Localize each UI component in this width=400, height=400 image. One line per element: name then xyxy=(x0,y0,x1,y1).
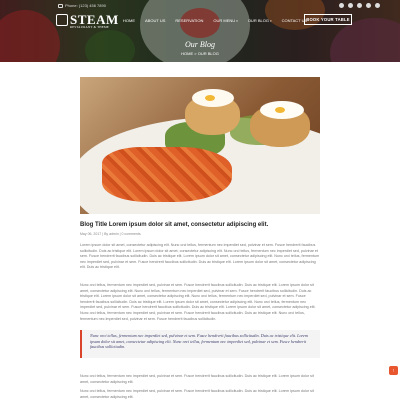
nav-item-reservation[interactable]: RESERVATION xyxy=(175,18,203,23)
nav-item-about[interactable]: ABOUT US xyxy=(145,18,165,23)
main-nav: HOME ABOUT US RESERVATION OUR MENU ▾ OUR… xyxy=(123,18,307,23)
top-contact: Phone: (123) 456 7890 xyxy=(58,3,106,8)
nav-item-menu[interactable]: OUR MENU ▾ xyxy=(213,18,237,23)
post-paragraph: Nunc orci tellus, fermentum nec imperdie… xyxy=(80,389,314,399)
post-paragraph: Nunc orci tellus, fermentum nec imperdie… xyxy=(80,374,314,384)
post-title[interactable]: Blog Title Lorem ipsum dolor sit amet, c… xyxy=(80,222,268,228)
chevron-down-icon: ▾ xyxy=(236,19,238,23)
page: Phone: (123) 456 7890 STEAM RESTAURANT &… xyxy=(0,0,400,400)
nav-item-home[interactable]: HOME xyxy=(123,18,135,23)
google-plus-icon[interactable] xyxy=(357,3,362,8)
post-paragraph: Lorem ipsum dolor sit amet, consectetur … xyxy=(80,243,320,270)
facebook-icon[interactable] xyxy=(339,3,344,8)
sweet-potato-hash xyxy=(102,147,232,202)
nav-item-blog[interactable]: OUR BLOG ▾ xyxy=(248,18,272,23)
back-to-top-button[interactable]: ↑ xyxy=(389,366,398,375)
nav-item-blog-label: OUR BLOG xyxy=(247,18,269,23)
book-table-button[interactable]: BOOK YOUR TABLE xyxy=(304,14,352,25)
social-links xyxy=(339,3,380,8)
chevron-down-icon: ▾ xyxy=(270,19,272,23)
page-title: Our Blog xyxy=(185,40,215,49)
twitter-icon[interactable] xyxy=(348,3,353,8)
breadcrumb: HOME > OUR BLOG xyxy=(181,51,219,56)
pinterest-icon[interactable] xyxy=(375,3,380,8)
logo-tagline: RESTAURANT & THEME xyxy=(70,25,110,29)
phone-icon xyxy=(58,3,63,8)
post-featured-image xyxy=(80,77,320,214)
arrow-up-icon: ↑ xyxy=(392,367,395,374)
logo-mark-icon xyxy=(56,14,68,26)
yolk-left xyxy=(205,95,215,101)
yolk-right xyxy=(275,107,285,113)
post-paragraph: Nunc orci tellus, fermentum nec imperdie… xyxy=(80,283,316,321)
instagram-icon[interactable] xyxy=(366,3,371,8)
post-meta: May 06, 2017 | By admin | 0 comments xyxy=(80,232,141,236)
post-blockquote: Nunc orci tellus, fermentum nec imperdie… xyxy=(80,330,320,358)
hero-banner: Phone: (123) 456 7890 STEAM RESTAURANT &… xyxy=(0,0,400,62)
nav-item-menu-label: OUR MENU xyxy=(213,18,236,23)
phone-number: Phone: (123) 456 7890 xyxy=(65,3,106,8)
